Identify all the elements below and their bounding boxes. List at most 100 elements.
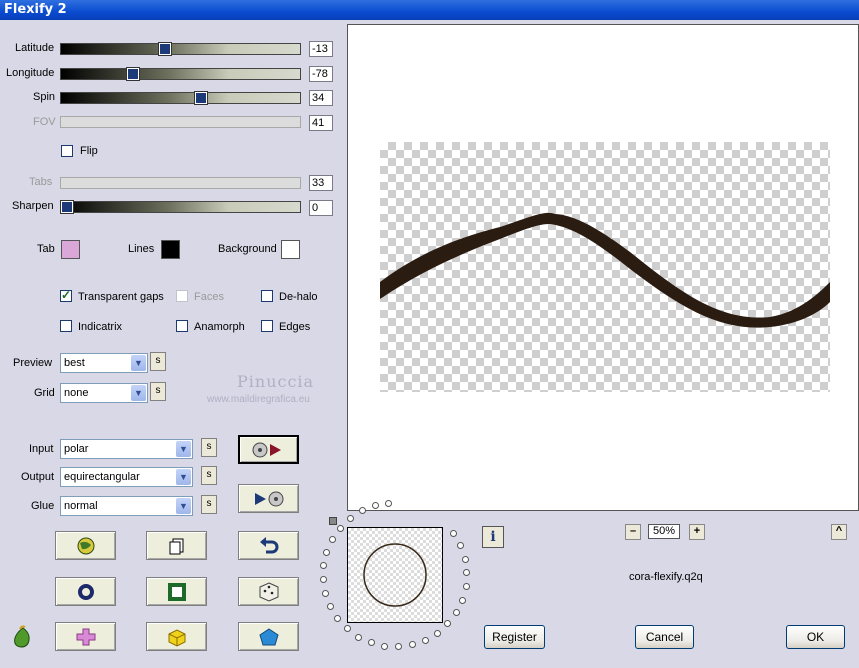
preview-label: Preview [13, 357, 53, 369]
latitude-slider[interactable] [60, 43, 301, 55]
dial-dot[interactable] [408, 641, 416, 649]
dial-dot[interactable] [462, 583, 470, 591]
play-disk-icon [254, 491, 283, 506]
longitude-label: Longitude [6, 67, 55, 79]
dial-dot[interactable] [444, 620, 452, 628]
dial-dot[interactable] [461, 555, 469, 563]
dial-dot[interactable] [336, 524, 344, 532]
navigator-thumbnail[interactable] [347, 527, 443, 623]
sharpen-slider-thumb[interactable] [61, 201, 73, 213]
ok-button[interactable]: OK [786, 625, 845, 649]
spin-slider[interactable] [60, 92, 301, 104]
dial-dot[interactable] [385, 499, 393, 507]
chevron-down-icon[interactable]: ▼ [176, 498, 191, 514]
preview-s-button[interactable]: s [150, 352, 166, 371]
dial-dot[interactable] [452, 609, 460, 617]
longitude-value-field[interactable]: -78 [309, 66, 333, 82]
dial-dot[interactable] [381, 642, 389, 650]
copy-button[interactable] [146, 531, 207, 560]
tabs-value-field[interactable]: 33 [309, 175, 333, 191]
dial-dot[interactable] [458, 596, 466, 604]
dial-dot[interactable] [371, 502, 379, 510]
pentagon-tool-button[interactable] [238, 622, 299, 651]
save-preset-button[interactable] [238, 484, 299, 513]
spin-value-field[interactable]: 34 [309, 90, 333, 106]
latitude-value-field[interactable]: -13 [309, 41, 333, 57]
preview-pane[interactable] [347, 24, 859, 511]
transparency-checkerboard [380, 142, 830, 392]
fov-value-field[interactable]: 41 [309, 115, 333, 131]
cancel-button[interactable]: Cancel [635, 625, 694, 649]
chevron-down-icon[interactable]: ▼ [131, 355, 146, 371]
register-button[interactable]: Register [484, 625, 545, 649]
zoom-out-button[interactable]: – [625, 524, 641, 540]
dial-dot[interactable] [343, 625, 351, 633]
expand-up-button[interactable]: ^ [831, 524, 847, 540]
dial-dot[interactable] [319, 576, 327, 584]
flaming-pear-logo-icon [14, 625, 30, 648]
latitude-slider-thumb[interactable] [158, 43, 171, 55]
input-select[interactable]: polar ▼ [60, 439, 193, 459]
dial-dot[interactable] [354, 633, 362, 641]
lines-color-swatch[interactable] [161, 240, 180, 259]
dial-dot[interactable] [334, 615, 342, 623]
dial-dot[interactable] [421, 636, 429, 644]
dial-dot[interactable] [463, 569, 471, 577]
navigator-corner-handle[interactable] [329, 517, 337, 525]
dial-dot[interactable] [358, 507, 366, 515]
tab-color-swatch[interactable] [61, 240, 80, 259]
chevron-down-icon[interactable]: ▼ [176, 469, 191, 485]
edges-checkbox[interactable] [261, 320, 273, 332]
grid-select[interactable]: none ▼ [60, 383, 148, 403]
navigator-circle-icon [363, 543, 427, 607]
de-halo-checkbox[interactable] [261, 290, 273, 302]
grid-label: Grid [34, 387, 55, 399]
dial-dot[interactable] [457, 542, 465, 550]
dial-dot[interactable] [450, 530, 458, 538]
input-s-button[interactable]: s [201, 438, 217, 457]
glue-select-value: normal [64, 500, 98, 512]
sharpen-slider[interactable] [60, 201, 301, 213]
longitude-slider[interactable] [60, 68, 301, 80]
faces-label: Faces [194, 291, 224, 303]
watermark-url: www.maildiregrafica.eu [207, 394, 310, 405]
background-color-swatch[interactable] [281, 240, 300, 259]
info-button[interactable]: i [482, 526, 504, 548]
load-preset-button[interactable] [238, 435, 299, 464]
sharpen-value-field[interactable]: 0 [309, 200, 333, 216]
grid-s-button[interactable]: s [150, 382, 166, 401]
dial-dot[interactable] [326, 603, 334, 611]
dial-dot[interactable] [328, 536, 336, 544]
spin-slider-thumb[interactable] [194, 92, 207, 104]
glue-s-button[interactable]: s [201, 495, 217, 514]
preview-select[interactable]: best ▼ [60, 353, 148, 373]
dial-dot[interactable] [321, 590, 329, 598]
dial-dot[interactable] [394, 643, 402, 651]
chevron-down-icon[interactable]: ▼ [131, 385, 146, 401]
randomize-button[interactable] [55, 531, 116, 560]
lines-color-label: Lines [128, 243, 155, 255]
dial-dot[interactable] [433, 629, 441, 637]
zoom-in-button[interactable]: + [689, 524, 705, 540]
output-s-button[interactable]: s [201, 466, 217, 485]
square-tool-button[interactable] [146, 577, 207, 606]
dial-dot[interactable] [346, 515, 354, 523]
transparent-gaps-checkbox[interactable]: ✓ [60, 288, 72, 302]
flip-checkbox[interactable] [61, 145, 73, 157]
chevron-down-icon[interactable]: ▼ [176, 441, 191, 457]
transparent-gaps-label: Transparent gaps [78, 291, 164, 303]
output-select[interactable]: equirectangular ▼ [60, 467, 193, 487]
dice-button[interactable] [238, 577, 299, 606]
input-select-value: polar [64, 443, 89, 455]
indicatrix-checkbox[interactable] [60, 320, 72, 332]
circle-tool-button[interactable] [55, 577, 116, 606]
glue-select[interactable]: normal ▼ [60, 496, 193, 516]
dial-dot[interactable] [323, 548, 331, 556]
anamorph-checkbox[interactable] [176, 320, 188, 332]
longitude-slider-thumb[interactable] [126, 68, 139, 80]
cube-tool-button[interactable] [146, 622, 207, 651]
cross-tool-button[interactable] [55, 622, 116, 651]
dial-dot[interactable] [367, 639, 375, 647]
undo-button[interactable] [238, 531, 299, 560]
dial-dot[interactable] [320, 562, 328, 570]
